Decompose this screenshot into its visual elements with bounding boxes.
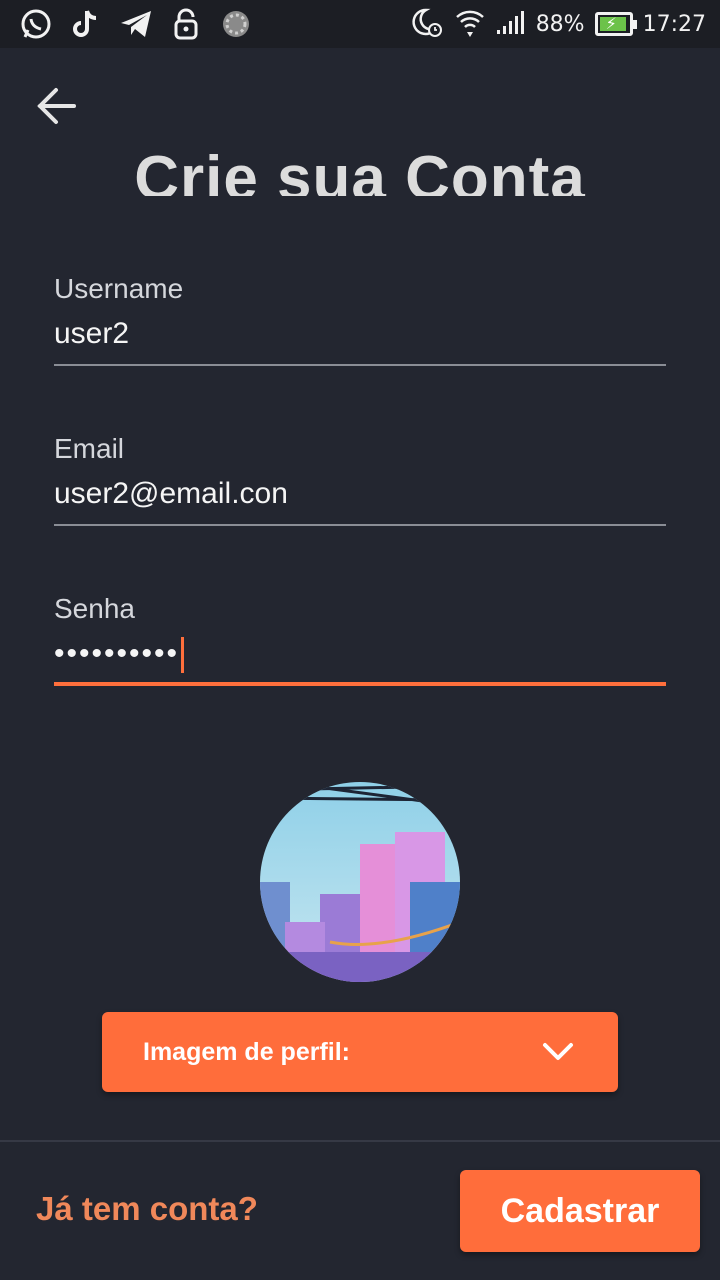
moon-alarm-icon [408,6,444,43]
status-bar: 88% ⚡ 17:27 [0,0,720,48]
wifi-icon [454,6,486,43]
email-field[interactable]: Email user2@email.con [54,432,666,526]
clock: 17:27 [642,11,706,37]
password-label: Senha [54,593,135,624]
login-link[interactable]: Já tem conta? [36,1190,258,1228]
username-label: Username [54,273,184,304]
battery-charging-icon: ⚡ [594,12,637,36]
page-title-container: Crie sua Conta [0,140,720,197]
username-underline [54,364,666,366]
profile-avatar [260,782,460,982]
email-underline [54,524,666,526]
profile-image-dropdown[interactable]: Imagem de perfil: [102,1012,618,1092]
chevron-down-icon [543,1043,573,1060]
text-caret [181,637,185,674]
password-underline [54,682,666,686]
profile-image-dropdown-label: Imagem de perfil: [143,1037,350,1066]
battery-percent: 88% [535,11,585,37]
email-label: Email [54,433,125,464]
tiktok-icon [68,6,104,42]
whatsapp-icon [18,6,54,42]
signal-icon [496,9,526,40]
email-input[interactable]: user2@email.con [54,472,666,516]
arrow-left-icon [37,88,76,124]
page-title: Crie sua Conta [134,144,586,197]
password-dots: •••••••••• [54,637,180,670]
status-bar-left [18,6,254,42]
telegram-icon [118,6,154,42]
loading-icon [218,6,254,42]
status-bar-right: 88% ⚡ 17:27 [408,6,706,42]
register-button[interactable]: Cadastrar [460,1170,700,1252]
username-input[interactable]: user2 [54,312,666,356]
lock-icon [168,6,204,42]
password-field[interactable]: Senha •••••••••• [54,592,666,686]
password-input[interactable]: •••••••••• [54,632,666,676]
footer-divider [0,1140,720,1142]
back-button[interactable] [30,80,82,132]
username-field[interactable]: Username user2 [54,272,666,366]
